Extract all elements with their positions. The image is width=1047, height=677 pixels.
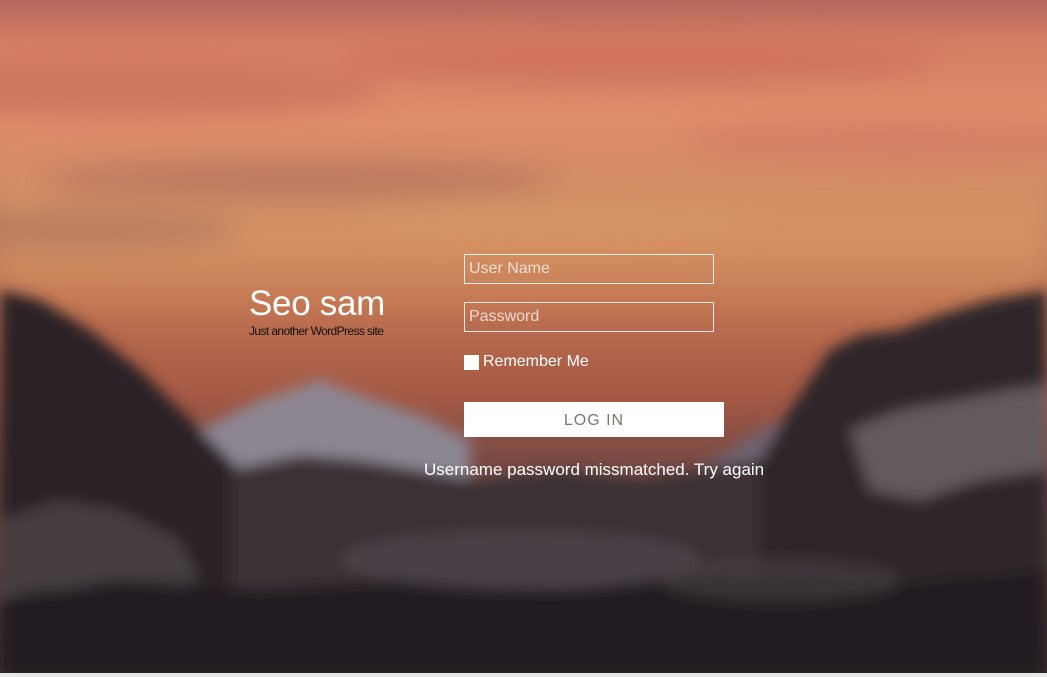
remember-me-checkbox[interactable]	[464, 354, 479, 370]
remember-me-control[interactable]: Remember Me	[464, 353, 589, 371]
password-input[interactable]	[464, 302, 714, 332]
background-image	[0, 0, 1047, 677]
site-tagline: Just another WordPress site	[249, 324, 384, 338]
remember-me-label: Remember Me	[483, 353, 589, 370]
login-error-message: Username password missmatched. Try again	[424, 460, 765, 479]
login-page: Seo sam Just another WordPress site Reme…	[0, 0, 1047, 677]
username-input[interactable]	[464, 254, 714, 284]
bottom-border	[0, 673, 1047, 677]
login-button[interactable]: LOG IN	[464, 402, 724, 437]
site-title[interactable]: Seo sam	[249, 284, 385, 324]
